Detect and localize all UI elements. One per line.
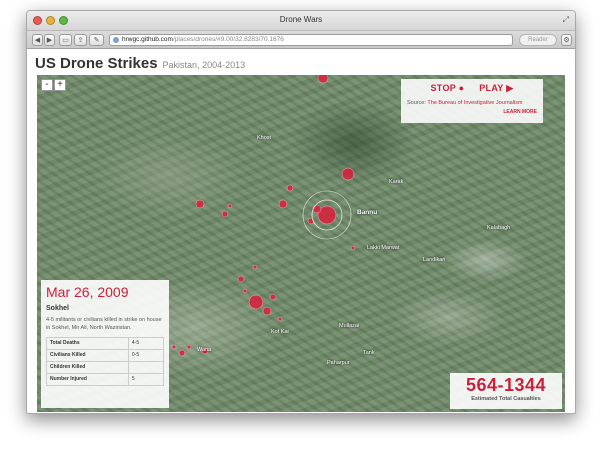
url-host: hrwgc.github.com	[122, 36, 173, 43]
total-casualties-panel: 564-1344 Estimated Total Casualties	[450, 373, 562, 409]
stat-label: Number Injured	[46, 372, 129, 386]
strike-marker[interactable]	[312, 204, 322, 214]
play-button[interactable]: PLAY ▶	[479, 83, 513, 93]
strike-marker[interactable]	[227, 203, 233, 209]
strike-marker[interactable]	[242, 288, 248, 294]
share-icon: ⇪	[77, 37, 84, 44]
table-row: Number Injured 5	[46, 372, 165, 386]
settings-button[interactable]: ✎	[89, 34, 104, 46]
strike-marker[interactable]	[252, 264, 258, 270]
address-bar[interactable]: hrwgc.github.com/places/drones/#9.00/32.…	[109, 34, 513, 46]
gear-icon: ⚙	[563, 37, 570, 44]
learn-more-link[interactable]: LEARN MORE	[407, 109, 537, 115]
browser-window: Drone Wars ⤢ ◀ ▶ ▭ ⇪ ✎ hrwgc.github.com/…	[26, 10, 576, 414]
page-subtitle: Pakistan, 2004-2013	[162, 60, 246, 70]
table-row: Children Killed	[46, 360, 165, 374]
stat-value: 5	[127, 372, 165, 386]
stat-label: Children Killed	[46, 360, 129, 374]
stat-value	[127, 360, 165, 374]
stat-value: 4-5	[127, 336, 165, 350]
strike-map[interactable]: - + Bannu Lakki Marwat Karak Tank Mullaz…	[37, 75, 565, 412]
total-casualties-label: Estimated Total Casualties	[471, 396, 541, 402]
back-button[interactable]: ◀	[32, 34, 43, 46]
strike-marker[interactable]	[269, 293, 277, 301]
source-link[interactable]: The Bureau of Investigative Journalism	[427, 100, 522, 106]
wrench-icon: ✎	[93, 37, 100, 44]
place-label: Lakki Marwat	[367, 245, 400, 251]
fullscreen-icon[interactable]: ⤢	[563, 15, 569, 25]
zoom-in-button[interactable]: +	[54, 79, 66, 91]
page-title: US Drone Strikes	[35, 55, 158, 72]
forward-button[interactable]: ▶	[44, 34, 55, 46]
source-line: Source: The Bureau of Investigative Jour…	[407, 100, 537, 106]
playback-panel: STOP ● PLAY ▶ Source: The Bureau of Inve…	[401, 79, 543, 123]
stat-label: Total Deaths	[46, 336, 129, 350]
strike-marker[interactable]	[195, 199, 205, 209]
strike-description: 4-5 militants or civilians killed in str…	[46, 317, 162, 331]
strike-marker[interactable]	[237, 275, 245, 283]
strike-marker[interactable]	[171, 344, 177, 350]
stat-label: Civilians Killed	[46, 348, 129, 362]
strike-marker[interactable]	[278, 199, 288, 209]
total-casualties-range: 564-1344	[465, 375, 547, 395]
window-title: Drone Wars	[279, 15, 323, 24]
browser-toolbar: ◀ ▶ ▭ ⇪ ✎ hrwgc.github.com/places/drones…	[27, 31, 575, 49]
screen-button[interactable]: ▭	[59, 34, 72, 46]
page-menu-button[interactable]: ⚙	[561, 34, 572, 46]
strike-place: Sokhel	[46, 305, 69, 312]
strike-marker[interactable]	[262, 306, 272, 316]
share-button[interactable]: ⇪	[74, 34, 87, 46]
zoom-out-button[interactable]: -	[41, 79, 53, 91]
place-label: Kalabagh	[487, 225, 511, 231]
strike-marker[interactable]	[317, 75, 329, 84]
strike-marker[interactable]	[248, 294, 264, 310]
strike-detail-panel: Mar 26, 2009 Sokhel 4-5 militants or civ…	[41, 280, 169, 408]
place-label: Khost	[257, 135, 272, 141]
strike-stats-table: Total Deaths 4-5 Civilians Killed 0-5 Ch…	[46, 336, 165, 386]
strike-marker[interactable]	[221, 210, 229, 218]
reader-button[interactable]: Reader	[519, 34, 557, 46]
place-label: Mullazai	[339, 323, 360, 329]
url-path: /places/drones/#9.00/32.8283/70.1676	[172, 36, 284, 43]
strike-marker[interactable]	[350, 245, 356, 251]
page-header: US Drone Strikes Pakistan, 2004-2013	[27, 49, 575, 75]
back-arrow-icon: ◀	[34, 37, 41, 44]
screen-icon: ▭	[62, 37, 69, 44]
strike-date: Mar 26, 2009	[46, 284, 129, 300]
strike-marker[interactable]	[277, 316, 283, 322]
playback-controls: STOP ● PLAY ▶	[407, 83, 537, 94]
table-row: Total Deaths 4-5	[46, 336, 165, 350]
place-label: Paharpur	[327, 360, 350, 366]
place-label: Karak	[389, 179, 404, 185]
zoom-controls: - +	[41, 79, 66, 91]
strike-marker[interactable]	[178, 349, 186, 357]
table-row: Civilians Killed 0-5	[46, 348, 165, 362]
strike-marker[interactable]	[186, 344, 192, 350]
globe-icon	[113, 37, 119, 43]
place-label: Kot Kai	[271, 329, 289, 335]
stat-value: 0-5	[127, 348, 165, 362]
title-bar: Drone Wars ⤢	[27, 11, 575, 31]
stop-button[interactable]: STOP ●	[431, 83, 465, 93]
place-label: Bannu	[357, 209, 378, 216]
place-label: Landikan	[423, 257, 446, 263]
forward-arrow-icon: ▶	[46, 37, 53, 44]
source-prefix: Source:	[407, 100, 426, 106]
place-label: Tank	[363, 350, 375, 356]
strike-marker[interactable]	[341, 167, 355, 181]
place-label: Wana	[197, 347, 212, 353]
strike-marker[interactable]	[286, 184, 294, 192]
